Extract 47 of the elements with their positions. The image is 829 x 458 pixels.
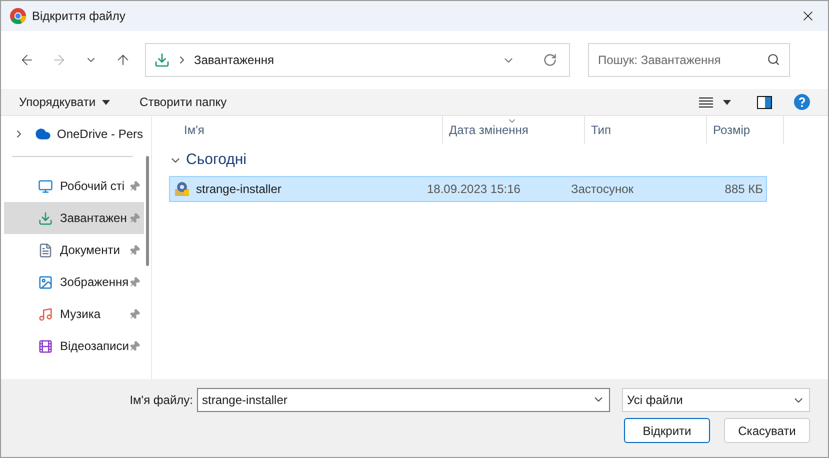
scrollbar-thumb[interactable] [146, 156, 150, 266]
help-icon[interactable] [794, 94, 810, 110]
column-header[interactable]: Тип [585, 116, 707, 144]
organize-button[interactable]: Упорядкувати [19, 93, 110, 111]
video-icon [38, 338, 53, 354]
column-header[interactable]: Дата змінення [443, 116, 585, 144]
dropdown-arrow-icon [102, 100, 110, 104]
sidebar-item[interactable]: Робочий сті [4, 170, 144, 202]
filename-field[interactable]: strange-installer [197, 388, 610, 412]
new-folder-button[interactable]: Створити папку [140, 93, 227, 111]
sidebar-item[interactable]: OneDrive - Pers [1, 122, 144, 146]
download-icon [38, 210, 53, 226]
list-view-icon [699, 96, 713, 108]
sidebar-item[interactable]: Завантажен [4, 202, 144, 234]
filename-label: Ім'я файлу: [130, 392, 193, 409]
file-row[interactable]: strange-installer 18.09.2023 15:16 Застосунок 885 КБ [169, 176, 767, 202]
window-title: Відкриття файлу [32, 8, 126, 25]
address-bar[interactable]: Завантаження [145, 43, 570, 77]
document-icon [38, 242, 53, 258]
dropdown-arrow-icon [723, 100, 731, 104]
file-name: strange-installer [196, 181, 282, 198]
column-header[interactable]: Розмір [707, 116, 784, 144]
column-header[interactable]: Ім'я [169, 116, 443, 144]
search-icon [767, 53, 780, 66]
file-type-dropdown[interactable]: Усі файли [622, 388, 810, 412]
size-cell-text: 885 КБ [724, 181, 764, 198]
installer-icon [173, 180, 191, 198]
type-cell-text: Застосунок [571, 181, 635, 198]
desktop-icon [38, 178, 53, 194]
sidebar-item[interactable]: Музика [4, 298, 144, 330]
music-icon [38, 306, 53, 322]
view-button[interactable] [699, 96, 731, 108]
sidebar-item[interactable]: Відеозаписи [4, 330, 144, 362]
cancel-button[interactable]: Скасувати [724, 418, 810, 443]
download-icon [154, 52, 170, 68]
group-header[interactable]: Сьогодні [169, 144, 828, 176]
sidebar-item[interactable]: Зображення [4, 266, 144, 298]
date-cell-text: 18.09.2023 15:16 [427, 181, 522, 198]
open-button[interactable]: Відкрити [624, 418, 710, 443]
address-path: Завантаження [194, 52, 274, 69]
search-field[interactable]: Пошук: Завантаження [588, 43, 790, 77]
preview-pane-icon[interactable] [757, 96, 772, 108]
browser-logo-icon [10, 8, 26, 24]
cloud-icon [35, 126, 51, 142]
refresh-icon [543, 53, 557, 67]
sidebar-item[interactable]: Документи [4, 234, 144, 266]
picture-icon [38, 274, 53, 290]
